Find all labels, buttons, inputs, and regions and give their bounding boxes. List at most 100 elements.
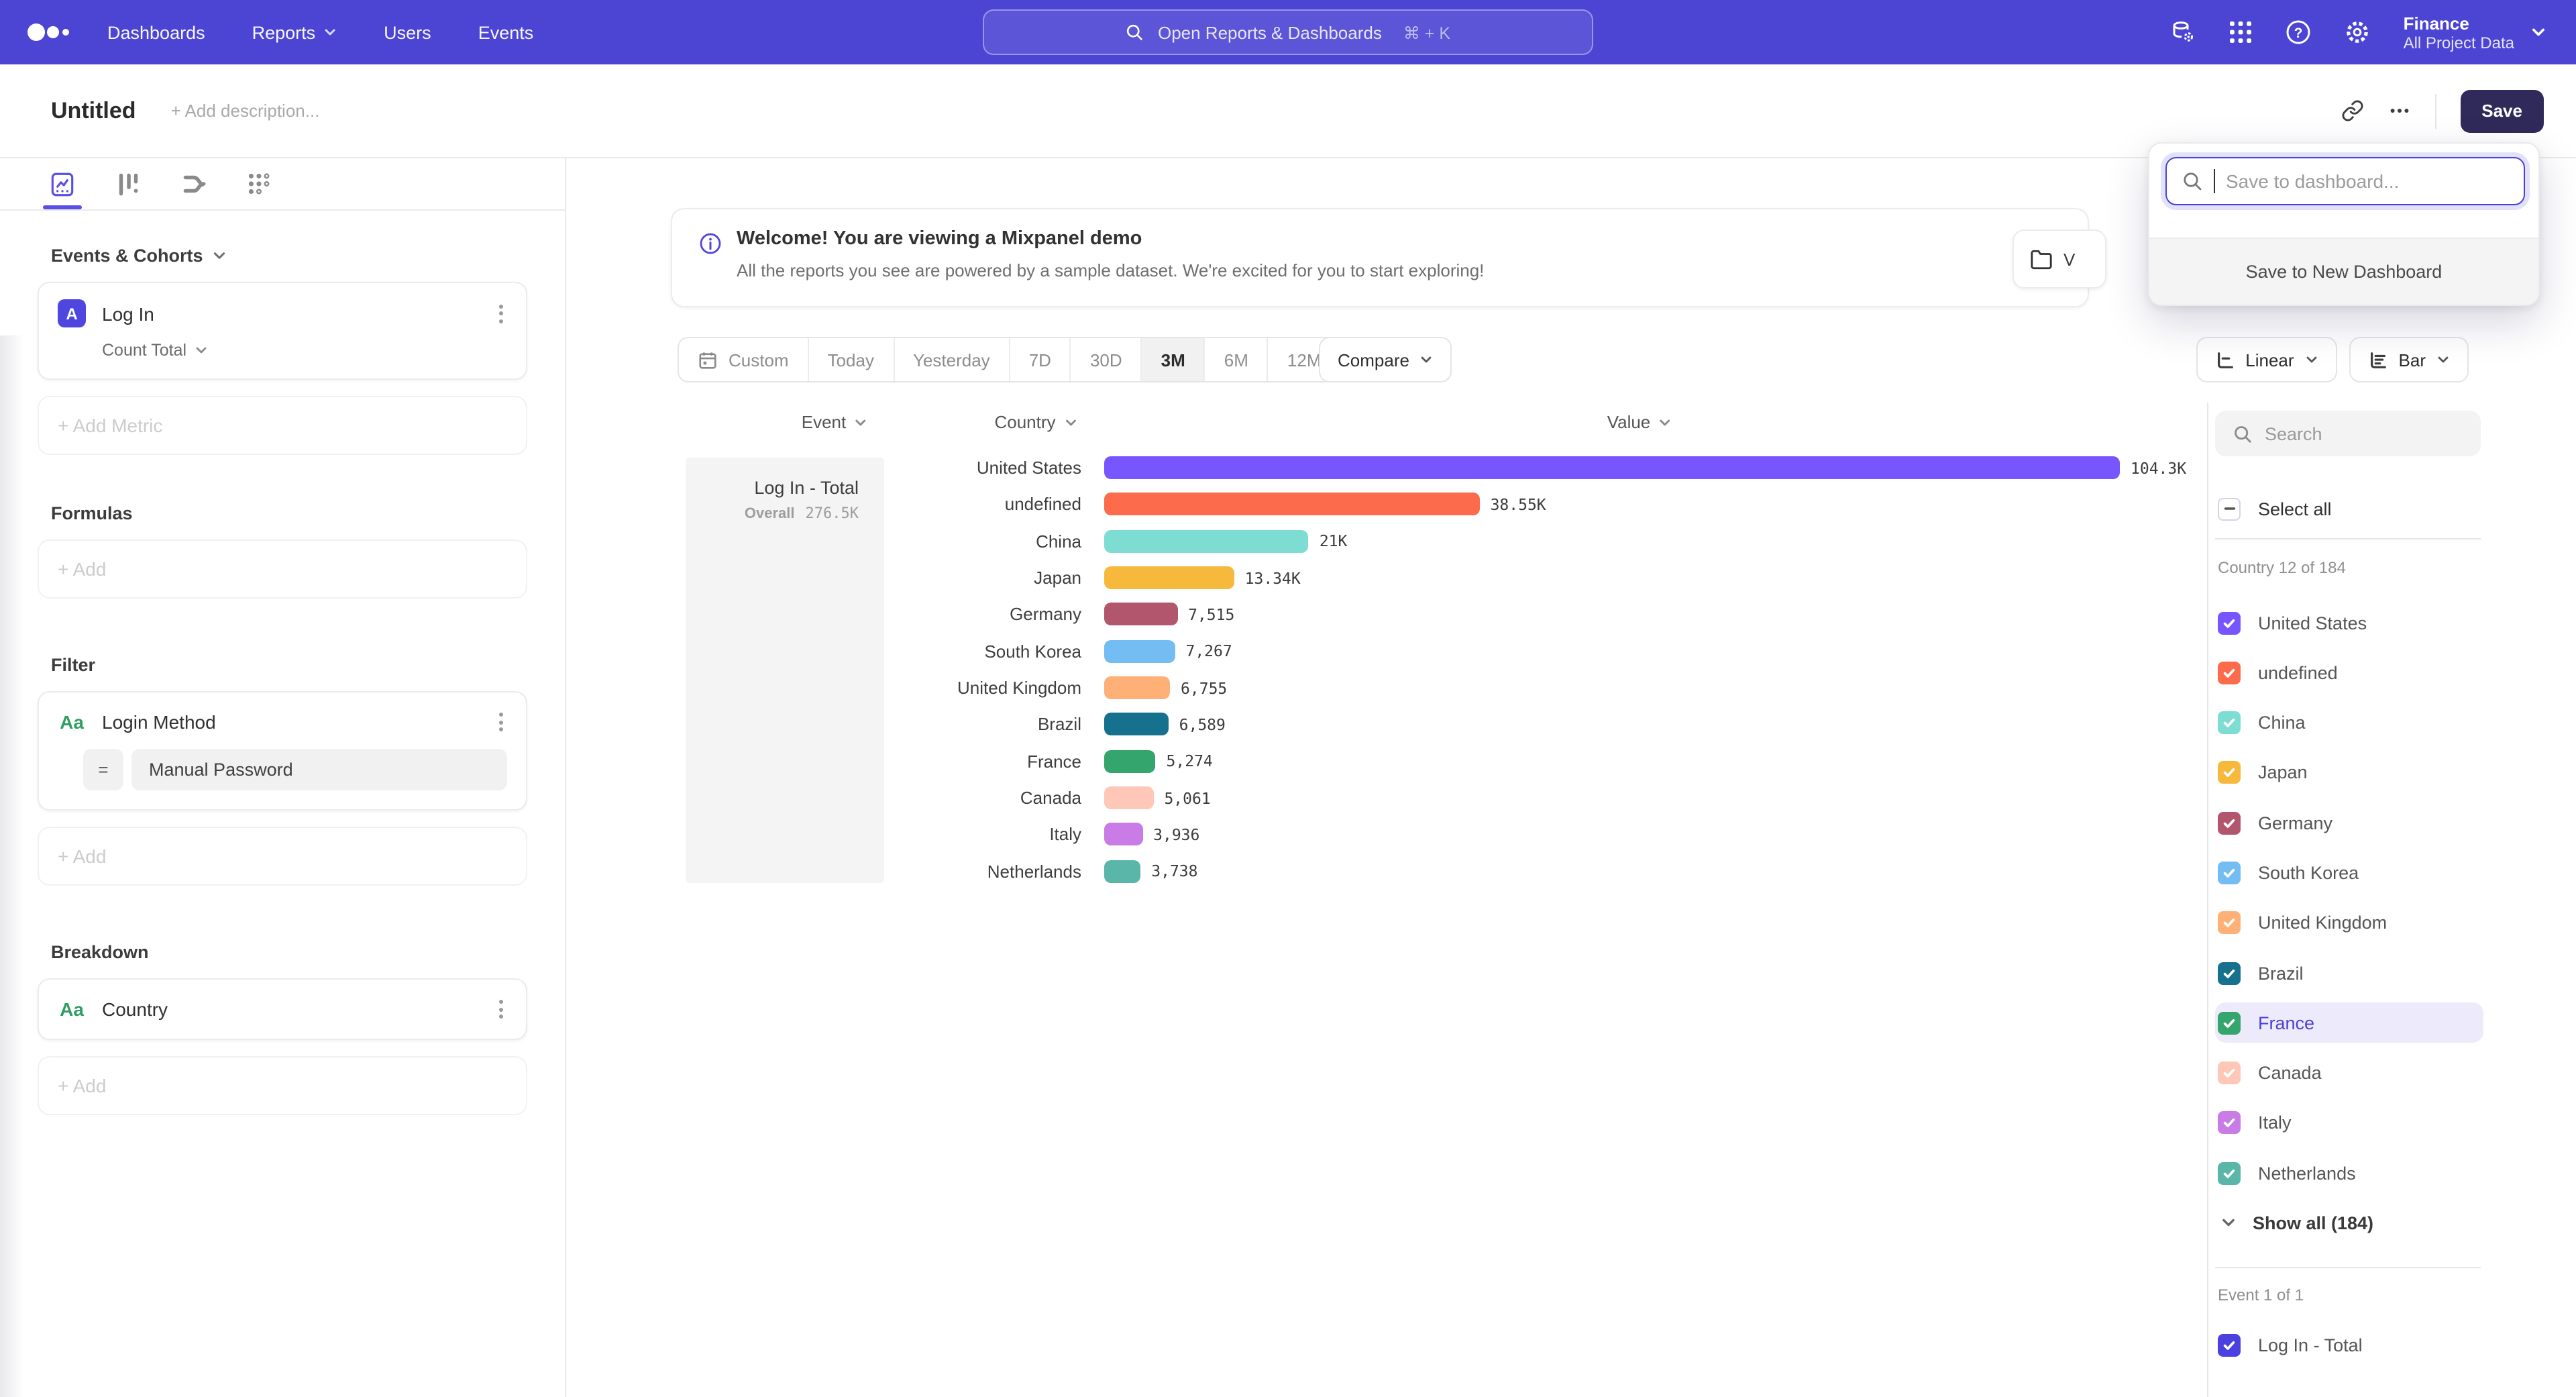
save-button[interactable]: Save xyxy=(2460,89,2544,132)
legend-search-input[interactable]: Search xyxy=(2215,411,2481,456)
nav-item-dashboards[interactable]: Dashboards xyxy=(107,22,205,42)
filter-card[interactable]: Aa Login Method = Manual Password xyxy=(38,691,527,811)
legend-item-japan[interactable]: Japan xyxy=(2215,753,2483,793)
filter-kebab-icon[interactable] xyxy=(495,709,507,735)
chevron-down-icon xyxy=(2305,353,2318,366)
bar-segment[interactable] xyxy=(1104,676,1170,699)
legend-item-canada[interactable]: Canada xyxy=(2215,1053,2483,1093)
show-all-button[interactable]: Show all (184) xyxy=(2220,1202,2373,1243)
metric-kebab-icon[interactable] xyxy=(495,300,507,327)
tab-flows-icon[interactable] xyxy=(178,158,209,209)
breakdown-property-name[interactable]: Country xyxy=(102,998,495,1020)
legend-checkbox[interactable] xyxy=(2218,962,2241,984)
bar-segment[interactable] xyxy=(1104,750,1156,773)
legend-item-log-in-total[interactable]: Log In - Total xyxy=(2215,1325,2483,1365)
legend-checkbox[interactable] xyxy=(2218,1333,2241,1356)
bar-segment[interactable] xyxy=(1104,713,1169,736)
date-range-6m[interactable]: 6M xyxy=(1205,338,1269,381)
legend-item-united-kingdom[interactable]: United Kingdom xyxy=(2215,903,2483,943)
legend-checkbox[interactable] xyxy=(2218,762,2241,784)
legend-item-china[interactable]: China xyxy=(2215,703,2483,743)
copy-link-icon[interactable] xyxy=(2341,99,2363,122)
date-range-today[interactable]: Today xyxy=(809,338,894,381)
event-series-cell[interactable]: Log In - Total Overall276.5K xyxy=(686,458,884,883)
chart-type-selector[interactable]: Bar xyxy=(2349,337,2469,382)
global-search-button[interactable]: Open Reports & Dashboards ⌘ + K xyxy=(983,9,1593,55)
legend-checkbox[interactable] xyxy=(2218,811,2241,834)
add-breakdown-button[interactable]: + Add xyxy=(38,1056,527,1115)
bar-segment[interactable] xyxy=(1104,640,1175,663)
legend-checkbox[interactable] xyxy=(2218,711,2241,734)
legend-checkbox[interactable] xyxy=(2218,912,2241,935)
events-section-header[interactable]: Events & Cohorts xyxy=(51,246,514,266)
legend-item-netherlands[interactable]: Netherlands xyxy=(2215,1153,2483,1194)
bar-segment[interactable] xyxy=(1104,603,1177,626)
data-management-icon[interactable] xyxy=(2170,19,2197,46)
legend-item-south-korea[interactable]: South Korea xyxy=(2215,853,2483,893)
add-filter-button[interactable]: + Add xyxy=(38,827,527,886)
tab-retention-icon[interactable] xyxy=(244,158,275,209)
more-actions-icon[interactable] xyxy=(2387,99,2410,122)
date-range-yesterday[interactable]: Yesterday xyxy=(894,338,1010,381)
report-description-placeholder[interactable]: + Add description... xyxy=(171,101,320,121)
add-metric-button[interactable]: + Add Metric xyxy=(38,396,527,455)
column-header-value[interactable]: Value xyxy=(1607,412,1672,432)
date-range-3m[interactable]: 3M xyxy=(1142,338,1205,381)
date-range-30d[interactable]: 30D xyxy=(1071,338,1142,381)
legend-checkbox[interactable] xyxy=(2218,1062,2241,1084)
nav-item-events[interactable]: Events xyxy=(478,22,534,42)
tab-funnels-icon[interactable] xyxy=(113,158,144,209)
column-header-country[interactable]: Country xyxy=(994,412,1077,432)
legend-checkbox[interactable] xyxy=(2218,1012,2241,1035)
nav-item-reports[interactable]: Reports xyxy=(252,22,337,42)
tab-insights-icon[interactable] xyxy=(47,158,78,209)
legend-item-france[interactable]: France xyxy=(2215,1003,2483,1043)
compare-button[interactable]: Compare xyxy=(1319,337,1452,382)
legend-checkbox[interactable] xyxy=(2218,662,2241,684)
bar-segment[interactable] xyxy=(1104,493,1480,516)
column-header-event[interactable]: Event xyxy=(802,412,868,432)
settings-gear-icon[interactable] xyxy=(2345,19,2371,46)
mixpanel-logo-icon[interactable] xyxy=(27,21,80,43)
legend-checkbox[interactable] xyxy=(2218,1162,2241,1185)
bar-segment[interactable] xyxy=(1104,566,1234,589)
filter-property-name[interactable]: Login Method xyxy=(102,711,495,733)
breakdown-kebab-icon[interactable] xyxy=(495,996,507,1023)
apps-grid-icon[interactable] xyxy=(2229,20,2253,44)
banner-action-label: V xyxy=(2063,249,2075,269)
legend-item-united-states[interactable]: United States xyxy=(2215,603,2483,643)
legend-item-brazil[interactable]: Brazil xyxy=(2215,953,2483,993)
metric-aggregation[interactable]: Count Total xyxy=(102,341,507,360)
bar-segment[interactable] xyxy=(1104,823,1142,846)
select-all-checkbox[interactable] xyxy=(2218,497,2241,520)
help-icon[interactable]: ? xyxy=(2286,19,2312,46)
select-all-row[interactable]: Select all xyxy=(2218,488,2332,529)
add-formula-button[interactable]: + Add xyxy=(38,539,527,599)
legend-checkbox[interactable] xyxy=(2218,1112,2241,1135)
filter-value[interactable]: Manual Password xyxy=(131,749,507,790)
save-to-new-dashboard-button[interactable]: Save to New Dashboard xyxy=(2149,238,2538,305)
legend-checkbox[interactable] xyxy=(2218,862,2241,884)
date-range-custom[interactable]: Custom xyxy=(679,338,809,381)
chevron-down-icon xyxy=(2436,353,2450,366)
legend-item-italy[interactable]: Italy xyxy=(2215,1103,2483,1143)
scale-selector[interactable]: Linear xyxy=(2196,337,2337,382)
filter-operator[interactable]: = xyxy=(83,749,123,790)
save-dashboard-search-input[interactable]: Save to dashboard... xyxy=(2165,157,2525,205)
legend-item-undefined[interactable]: undefined xyxy=(2215,653,2483,693)
metric-card[interactable]: A Log In Count Total xyxy=(38,282,527,380)
nav-item-users[interactable]: Users xyxy=(384,22,431,42)
report-title[interactable]: Untitled xyxy=(51,97,136,124)
metric-event-name[interactable]: Log In xyxy=(102,303,495,324)
project-switcher[interactable]: Finance All Project Data xyxy=(2404,13,2546,52)
legend-item-germany[interactable]: Germany xyxy=(2215,803,2483,843)
bar-segment[interactable] xyxy=(1104,456,2120,479)
bar-segment[interactable] xyxy=(1104,860,1140,883)
legend-panel: Search Select all Country 12 of 184 Unit… xyxy=(2207,403,2576,1397)
bar-segment[interactable] xyxy=(1104,530,1309,553)
bar-segment[interactable] xyxy=(1104,786,1153,809)
date-range-7d[interactable]: 7D xyxy=(1010,338,1071,381)
breakdown-card[interactable]: Aa Country xyxy=(38,978,527,1040)
legend-checkbox[interactable] xyxy=(2218,611,2241,634)
banner-action-button[interactable]: V xyxy=(2012,229,2106,289)
